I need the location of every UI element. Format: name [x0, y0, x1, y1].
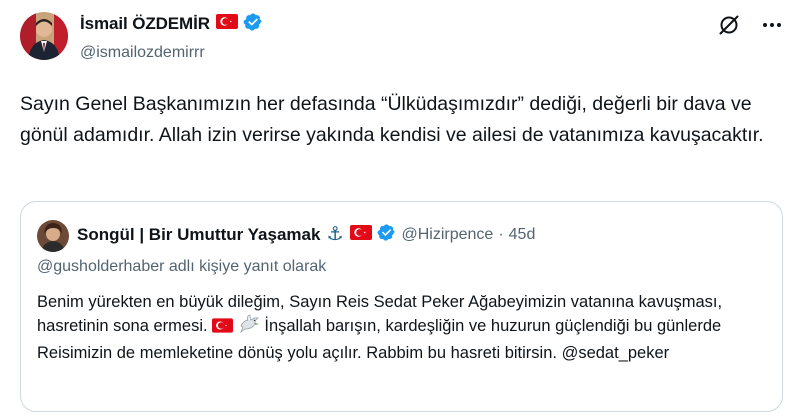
quoted-timestamp[interactable]: 45d [509, 226, 536, 244]
verified-badge-icon [377, 223, 396, 247]
grok-icon[interactable] [718, 14, 740, 36]
quoted-display-name[interactable]: Songül | Bir Umuttur Yaşamak [77, 225, 320, 245]
reply-context: @gusholderhaber adlı kişiye yanıt olarak [37, 258, 327, 275]
more-options-icon[interactable] [760, 14, 784, 36]
quoted-tweet[interactable]: Songül | Bir Umuttur Yaşamak ⚓ @Hizirpen… [20, 201, 783, 412]
turkey-flag-icon [349, 225, 372, 245]
quoted-header: Songül | Bir Umuttur Yaşamak ⚓ @Hizirpen… [77, 224, 535, 246]
quoted-text: Benim yürekten en büyük dileğim, Sayın R… [37, 290, 772, 365]
separator-dot: · [498, 226, 504, 243]
turkey-flag-icon [215, 14, 238, 34]
turkey-flag-icon [212, 316, 234, 340]
verified-badge-icon [243, 12, 263, 37]
author-display-name[interactable]: İsmail ÖZDEMİR [80, 14, 210, 34]
quoted-author-avatar[interactable] [37, 220, 69, 252]
author-handle[interactable]: @ismailozdemirrr [80, 44, 205, 62]
dove-icon [238, 314, 260, 341]
tweet-text: Sayın Genel Başkanımızın her defasında “… [20, 93, 764, 146]
quoted-handle[interactable]: @Hizirpence [402, 226, 494, 244]
mention-link[interactable]: @sedat_peker [562, 344, 670, 362]
author-name-row: İsmail ÖZDEMİR [80, 12, 263, 37]
anchor-icon: ⚓ [326, 224, 344, 245]
author-avatar[interactable] [20, 12, 68, 60]
